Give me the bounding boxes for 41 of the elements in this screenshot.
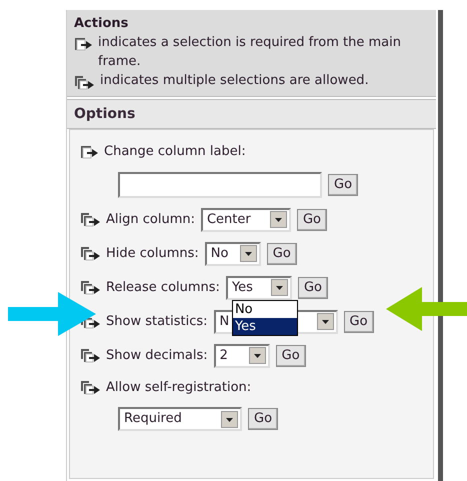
dropdown-field[interactable]: 2 bbox=[214, 344, 270, 368]
column-label-field[interactable] bbox=[118, 172, 322, 198]
multiple-selection-icon bbox=[80, 348, 102, 363]
actions-title: Actions bbox=[74, 15, 130, 33]
multiple-selection-icon bbox=[74, 74, 96, 90]
dropdown-caret-icon bbox=[248, 347, 266, 364]
dropdown-option[interactable]: Yes bbox=[232, 318, 297, 334]
left-pointing-arrow-icon bbox=[386, 287, 467, 331]
option-label: Change column label: bbox=[104, 143, 246, 161]
legend-note: indicates a selection is required from the main frame. bbox=[97, 34, 402, 71]
multiple-selection-icon bbox=[80, 246, 102, 261]
dropdown-caret-icon bbox=[270, 279, 288, 296]
option-label: Hide columns: bbox=[106, 244, 199, 263]
single-selection-icon bbox=[74, 37, 94, 52]
go-button[interactable]: Go bbox=[296, 208, 328, 230]
go-button[interactable]: Go bbox=[344, 310, 374, 332]
dropdown-caret-icon bbox=[221, 410, 238, 428]
legend-note: indicates multiple selections are allowed. bbox=[99, 72, 369, 90]
multiple-selection-icon bbox=[80, 212, 102, 227]
dropdown-caret-icon bbox=[240, 245, 257, 262]
go-button[interactable]: Go bbox=[266, 242, 297, 264]
multiple-selection-icon bbox=[80, 280, 102, 295]
option-label: Show statistics: bbox=[106, 312, 208, 331]
go-button[interactable]: Go bbox=[328, 174, 358, 196]
option-label: Release columns: bbox=[106, 278, 220, 297]
option-label: Show decimals: bbox=[106, 346, 208, 365]
dropdown-caret-icon bbox=[316, 313, 334, 330]
multiple-selection-icon bbox=[80, 380, 102, 395]
option-label: Align column: bbox=[106, 210, 195, 229]
dropdown-field[interactable]: Yes bbox=[226, 276, 292, 300]
dropdown-caret-icon bbox=[270, 211, 287, 228]
dropdown-field[interactable]: No bbox=[204, 242, 261, 266]
right-pointing-arrow-icon bbox=[8, 292, 96, 336]
dropdown-field[interactable]: Required bbox=[118, 407, 242, 431]
options-header: Options bbox=[67, 99, 436, 129]
option-label: Allow self-registration: bbox=[106, 378, 252, 396]
single-selection-icon bbox=[80, 144, 100, 159]
dropdown-field[interactable]: Center bbox=[200, 208, 291, 232]
go-button[interactable]: Go bbox=[276, 344, 306, 366]
go-button[interactable]: Go bbox=[248, 408, 278, 430]
go-button[interactable]: Go bbox=[298, 276, 328, 298]
